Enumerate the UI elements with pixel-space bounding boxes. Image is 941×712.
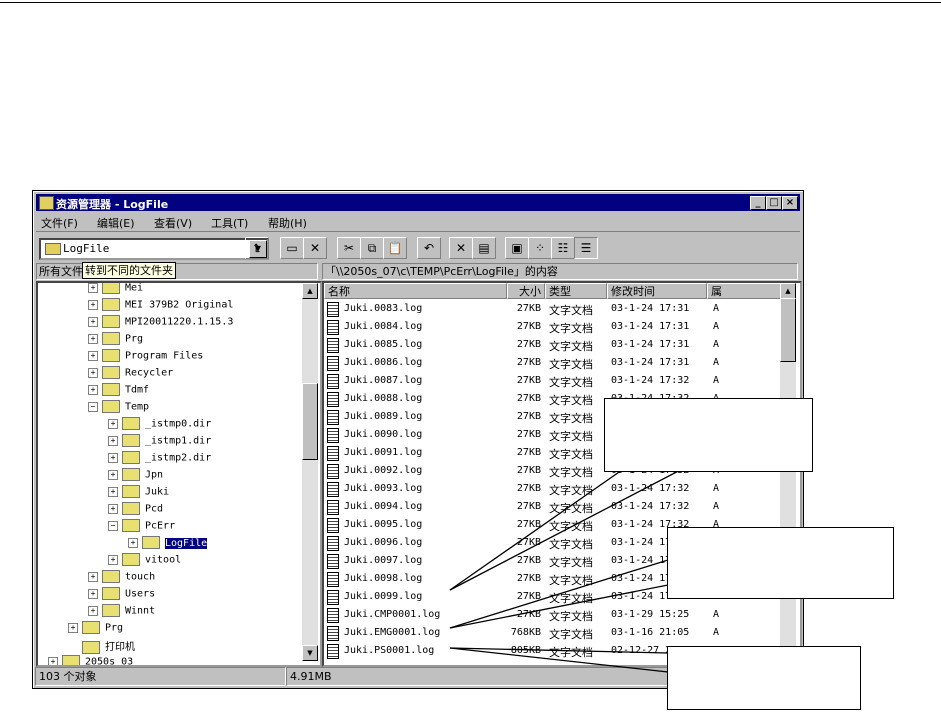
callout-line	[449, 559, 669, 629]
callout-box	[667, 527, 894, 599]
callout-line	[449, 584, 669, 629]
callout-line	[449, 469, 623, 591]
callout-line	[449, 464, 691, 591]
callout-box	[604, 398, 813, 472]
callout-box	[667, 646, 861, 710]
callout-lines	[449, 464, 691, 673]
